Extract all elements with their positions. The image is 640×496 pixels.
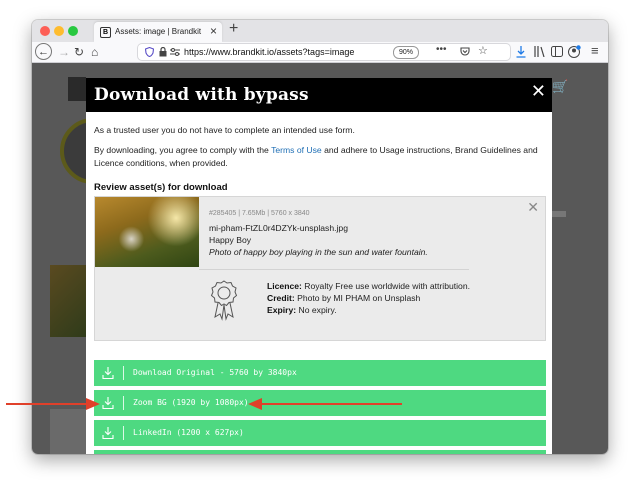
licence-row: Licence: Royalty Free use worldwide with… — [267, 281, 470, 291]
shield-icon[interactable] — [145, 47, 154, 57]
button-separator — [123, 426, 124, 440]
expiry-value: No expiry. — [298, 305, 337, 315]
tab-title: Assets: image | Brandkit Brand — [115, 27, 203, 36]
download-option-label: Download Original - 5760 by 3840px — [133, 368, 297, 377]
tab-bar: B Assets: image | Brandkit Brand × + — [32, 20, 608, 42]
window-minimize-button[interactable] — [54, 26, 64, 36]
navigation-toolbar: ← → ↻ ⌂ https://www.brandkit.io/assets?t… — [32, 42, 608, 63]
background-card — [50, 409, 86, 454]
button-separator — [123, 366, 124, 380]
pocket-icon[interactable] — [460, 47, 470, 57]
asset-description: Photo of happy boy playing in the sun an… — [209, 247, 428, 257]
new-tab-plus-icon[interactable]: + — [229, 20, 238, 38]
download-next-button[interactable] — [94, 450, 546, 454]
asset-card: ✕ #285405 | 7.65Mb | 5760 x 3840 mi-pham… — [94, 196, 546, 341]
menu-hamburger-icon[interactable]: ≡ — [591, 43, 599, 59]
active-tab[interactable]: B Assets: image | Brandkit Brand × — [94, 22, 222, 42]
asset-meta: #285405 | 7.65Mb | 5760 x 3840 — [209, 210, 310, 217]
browser-window: B Assets: image | Brandkit Brand × + ← →… — [32, 20, 608, 454]
tab-close-icon[interactable]: × — [210, 24, 217, 38]
permissions-icon[interactable] — [170, 48, 180, 56]
remove-asset-icon[interactable]: ✕ — [527, 199, 539, 216]
intro-text: As a trusted user you do not have to com… — [94, 125, 355, 135]
sidebar-icon[interactable] — [551, 46, 563, 57]
zoom-level-badge[interactable]: 90% — [393, 46, 420, 59]
lock-icon[interactable] — [159, 47, 167, 57]
modal-title: Download with bypass — [94, 85, 309, 105]
downloads-icon[interactable] — [516, 46, 526, 58]
window-zoom-button[interactable] — [68, 26, 78, 36]
library-icon[interactable] — [534, 46, 546, 57]
window-close-button[interactable] — [40, 26, 50, 36]
address-bar[interactable]: https://www.brandkit.io/assets?tags=imag… — [138, 44, 510, 60]
licence-value: Royalty Free use worldwide with attribut… — [304, 281, 471, 291]
brandkit-favicon-icon: B — [100, 27, 111, 38]
button-separator — [123, 396, 124, 410]
background-thumbnail — [50, 265, 86, 337]
credit-row: Credit: Photo by MI PHAM on Unsplash — [267, 293, 420, 303]
download-option-label: LinkedIn (1200 x 627px) — [133, 428, 244, 437]
download-linkedin-button[interactable]: LinkedIn (1200 x 627px) — [94, 420, 546, 446]
back-arrow-icon[interactable]: ← — [35, 43, 52, 60]
review-section-title: Review asset(s) for download — [94, 182, 228, 193]
licence-label: Licence: — [267, 281, 302, 291]
asset-divider — [199, 269, 469, 270]
download-icon — [102, 427, 114, 440]
bookmark-star-icon[interactable]: ☆ — [478, 45, 488, 57]
asset-name: Happy Boy — [209, 235, 252, 245]
asset-thumbnail — [95, 197, 199, 267]
download-icon — [102, 367, 114, 380]
home-icon[interactable]: ⌂ — [91, 44, 98, 60]
forward-arrow-icon[interactable]: → — [58, 44, 70, 60]
page-actions-icon[interactable]: ••• — [436, 44, 447, 56]
annotation-arrow-right-icon — [248, 398, 402, 410]
url-text[interactable]: https://www.brandkit.io/assets?tags=imag… — [184, 47, 354, 57]
download-icon — [102, 397, 114, 410]
modal-close-icon[interactable]: ✕ — [531, 81, 546, 101]
download-option-label: Zoom BG (1920 by 1080px) — [133, 398, 249, 407]
agreement-text: By downloading, you agree to comply with… — [94, 144, 544, 170]
account-icon[interactable] — [568, 45, 581, 58]
download-original-button[interactable]: Download Original - 5760 by 3840px — [94, 360, 546, 386]
credit-label: Credit: — [267, 293, 295, 303]
agreement-prefix: By downloading, you agree to comply with… — [94, 145, 272, 155]
reload-icon[interactable]: ↻ — [74, 44, 84, 60]
modal-header: Download with bypass ✕ — [86, 78, 552, 112]
expiry-label: Expiry: — [267, 305, 297, 315]
credit-value: Photo by MI PHAM on Unsplash — [297, 293, 421, 303]
cart-icon: 🛒 — [552, 79, 569, 94]
award-ribbon-icon — [210, 280, 238, 321]
background-sidebar-mark — [552, 211, 566, 217]
expiry-row: Expiry: No expiry. — [267, 305, 337, 315]
brand-logo — [68, 77, 86, 101]
terms-of-use-link[interactable]: Terms of Use — [271, 145, 322, 155]
annotation-arrow-left-icon — [6, 398, 100, 410]
asset-filename: mi-pham-FtZL0r4DZYk-unsplash.jpg — [209, 223, 348, 233]
